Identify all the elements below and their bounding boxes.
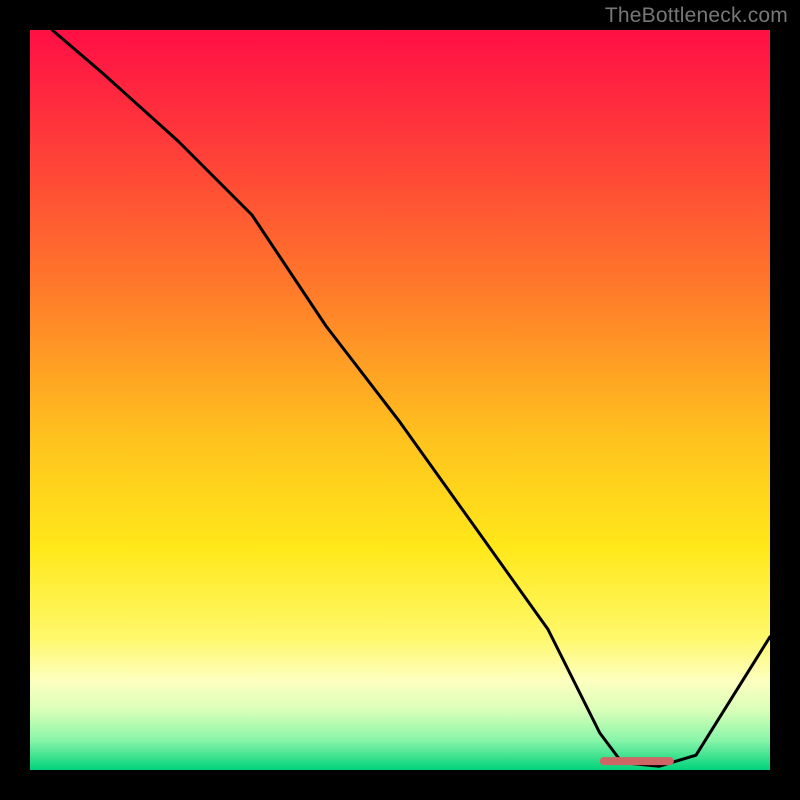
bottleneck-chart xyxy=(30,30,770,770)
watermark-label: TheBottleneck.com xyxy=(605,4,788,28)
optimal-marker xyxy=(600,757,674,765)
chart-frame: TheBottleneck.com xyxy=(0,0,800,800)
plot-background xyxy=(30,30,770,770)
